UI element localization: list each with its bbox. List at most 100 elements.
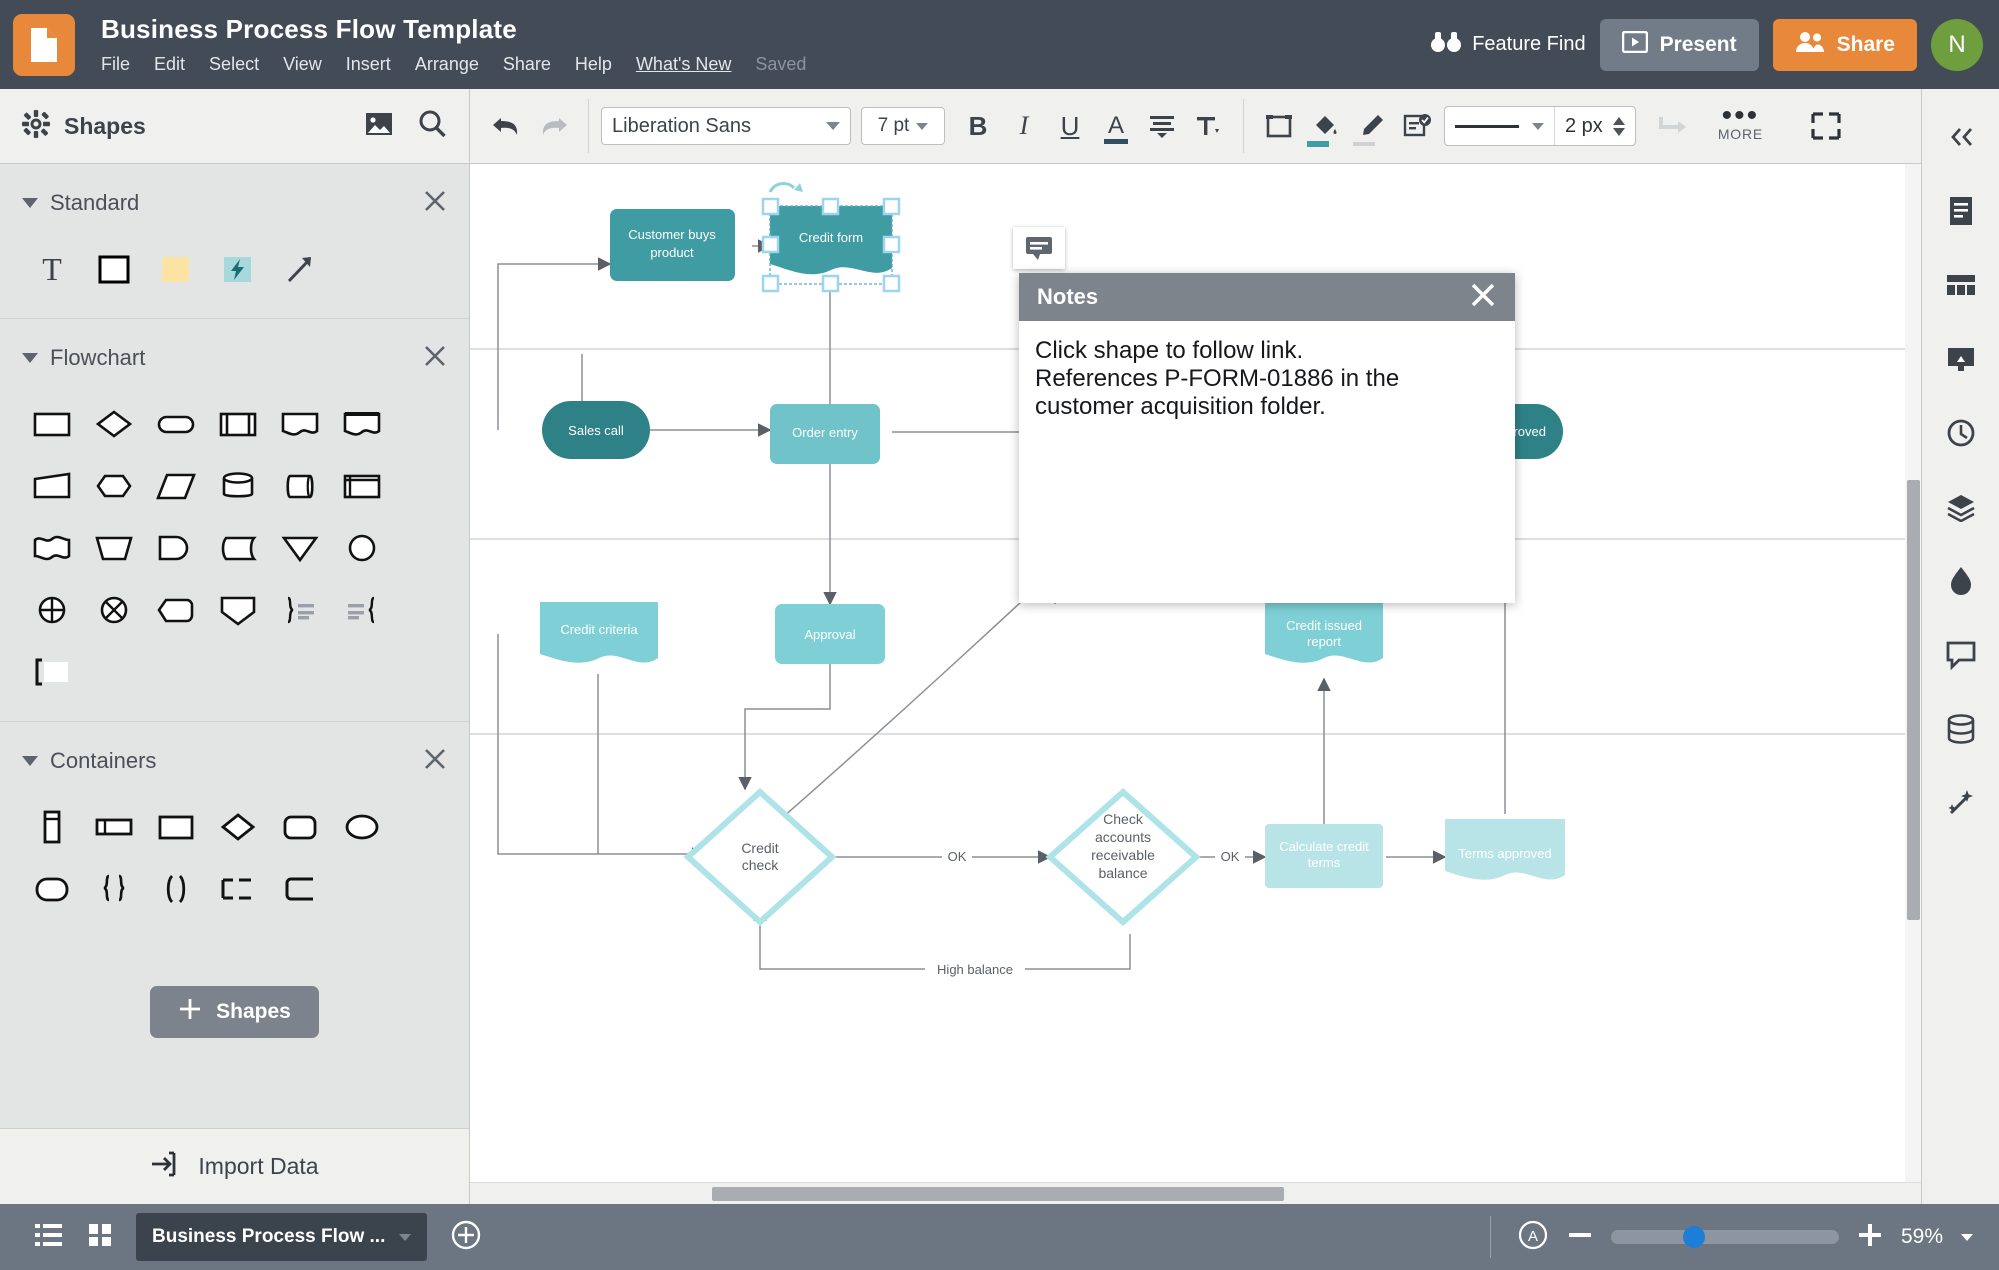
parentheses-icon[interactable] — [146, 858, 206, 920]
close-icon[interactable] — [1469, 281, 1497, 314]
document-icon[interactable] — [270, 393, 330, 455]
rectangle-icon[interactable] — [84, 238, 144, 300]
search-icon[interactable] — [417, 109, 447, 144]
comment-icon[interactable] — [1933, 629, 1989, 681]
predefined-process-icon[interactable] — [208, 393, 268, 455]
node-credit-check[interactable]: Credit check — [683, 787, 837, 927]
italic-button[interactable]: I — [1001, 103, 1047, 149]
pill-container-icon[interactable] — [22, 858, 82, 920]
pen-icon[interactable] — [1348, 103, 1394, 149]
underline-button[interactable]: U — [1047, 103, 1093, 149]
grid-view-icon[interactable] — [86, 1221, 114, 1254]
note-bubble-icon[interactable] — [1013, 227, 1065, 269]
brace-right-icon[interactable] — [270, 579, 330, 641]
wave-icon[interactable] — [22, 517, 82, 579]
minus-icon[interactable] — [1567, 1225, 1593, 1250]
menu-edit[interactable]: Edit — [154, 54, 185, 75]
gear-icon[interactable] — [22, 109, 50, 143]
font-size-select[interactable]: 7 pt — [861, 107, 945, 145]
shield-icon[interactable] — [208, 579, 268, 641]
direct-access-icon[interactable] — [270, 455, 330, 517]
chevron-down-icon[interactable] — [399, 1233, 412, 1241]
bracket-box-icon[interactable] — [22, 641, 82, 703]
section-standard-header[interactable]: Standard — [0, 182, 469, 224]
redo-arrow-icon[interactable] — [530, 103, 576, 149]
process-rect-icon[interactable] — [22, 393, 82, 455]
hex-flat-icon[interactable] — [146, 579, 206, 641]
rounded-bracket-icon[interactable] — [270, 858, 330, 920]
chevron-down-icon[interactable] — [22, 198, 38, 208]
close-icon[interactable] — [423, 344, 447, 373]
chevron-down-icon[interactable] — [22, 756, 38, 766]
node-credit-form[interactable]: Credit form — [761, 182, 901, 293]
chevron-down-icon[interactable] — [1961, 1233, 1973, 1241]
menu-arrange[interactable]: Arrange — [415, 54, 479, 75]
vertical-container-icon[interactable] — [22, 796, 82, 858]
circle-x-icon[interactable] — [84, 579, 144, 641]
connector-icon[interactable] — [1650, 103, 1696, 149]
menu-help[interactable]: Help — [575, 54, 612, 75]
dashed-bracket-icon[interactable] — [208, 858, 268, 920]
rounded-rect-container-icon[interactable] — [270, 796, 330, 858]
more-button[interactable]: ••• MORE — [1718, 100, 1763, 142]
section-containers-header[interactable]: Containers — [0, 740, 469, 782]
menu-view[interactable]: View — [283, 54, 322, 75]
present-button[interactable]: Present — [1599, 18, 1759, 71]
fill-drop-icon[interactable] — [1933, 555, 1989, 607]
menu-whats-new[interactable]: What's New — [636, 54, 731, 75]
image-icon[interactable] — [365, 111, 393, 142]
multi-document-icon[interactable] — [332, 393, 392, 455]
magic-wand-icon[interactable] — [1933, 777, 1989, 829]
terminator-icon[interactable] — [146, 393, 206, 455]
document-page-icon[interactable] — [1933, 185, 1989, 237]
plus-icon[interactable] — [1857, 1222, 1883, 1253]
folder-icon[interactable] — [13, 13, 75, 76]
hexagon-icon[interactable] — [84, 455, 144, 517]
horizontal-scrollbar[interactable] — [470, 1182, 1921, 1204]
theme-icon[interactable] — [1933, 259, 1989, 311]
circle-cross-icon[interactable] — [22, 579, 82, 641]
fill-bucket-icon[interactable] — [1302, 103, 1348, 149]
decision-diamond-icon[interactable] — [84, 393, 144, 455]
line-style-select[interactable] — [1445, 122, 1554, 130]
collapse-chevrons-icon[interactable] — [1933, 111, 1989, 163]
sticky-note-icon[interactable] — [146, 238, 206, 300]
node-order-entry[interactable]: Order entry — [770, 404, 880, 464]
undo-arrow-icon[interactable] — [484, 103, 530, 149]
stored-data-icon[interactable] — [208, 517, 268, 579]
menu-insert[interactable]: Insert — [346, 54, 391, 75]
triangle-down-icon[interactable] — [270, 517, 330, 579]
line-width-stepper[interactable]: 2 px — [1554, 107, 1635, 145]
node-customer-buys-product[interactable]: Customer buys product — [610, 209, 735, 281]
vertical-scroll-thumb[interactable] — [1907, 480, 1920, 920]
add-page-icon[interactable] — [449, 1218, 483, 1257]
notes-popup-body[interactable]: Click shape to follow link. References P… — [1019, 321, 1515, 421]
cylinder-icon[interactable] — [208, 455, 268, 517]
horizontal-container-icon[interactable] — [84, 796, 144, 858]
import-data-button[interactable]: Import Data — [0, 1128, 469, 1204]
chevron-down-icon[interactable] — [22, 353, 38, 363]
history-clock-icon[interactable] — [1933, 407, 1989, 459]
section-flowchart-header[interactable]: Flowchart — [0, 337, 469, 379]
data-stack-icon[interactable] — [1933, 703, 1989, 755]
arrow-icon[interactable] — [270, 238, 330, 300]
internal-storage-icon[interactable] — [332, 455, 392, 517]
node-check-ar-balance[interactable]: Check accounts receivable balance — [1045, 787, 1201, 927]
shape-outline-icon[interactable] — [1256, 103, 1302, 149]
horizontal-scroll-thumb[interactable] — [712, 1187, 1284, 1201]
text-color-button[interactable]: A — [1093, 103, 1139, 149]
node-approval[interactable]: Approval — [775, 604, 885, 664]
feature-find-button[interactable]: Feature Find — [1430, 31, 1586, 59]
layers-icon[interactable] — [1933, 481, 1989, 533]
curly-braces-icon[interactable] — [84, 858, 144, 920]
close-icon[interactable] — [423, 747, 447, 776]
zoom-slider[interactable] — [1610, 1226, 1839, 1248]
rect-container-icon[interactable] — [146, 796, 206, 858]
align-icon[interactable] — [1139, 103, 1185, 149]
avatar[interactable]: N — [1931, 18, 1983, 71]
center-target-icon[interactable]: A — [1517, 1219, 1549, 1256]
node-terms-approved[interactable]: Terms approved — [1445, 819, 1565, 880]
delay-icon[interactable] — [146, 517, 206, 579]
add-shapes-button[interactable]: Shapes — [150, 986, 319, 1038]
lightning-icon[interactable] — [208, 238, 268, 300]
